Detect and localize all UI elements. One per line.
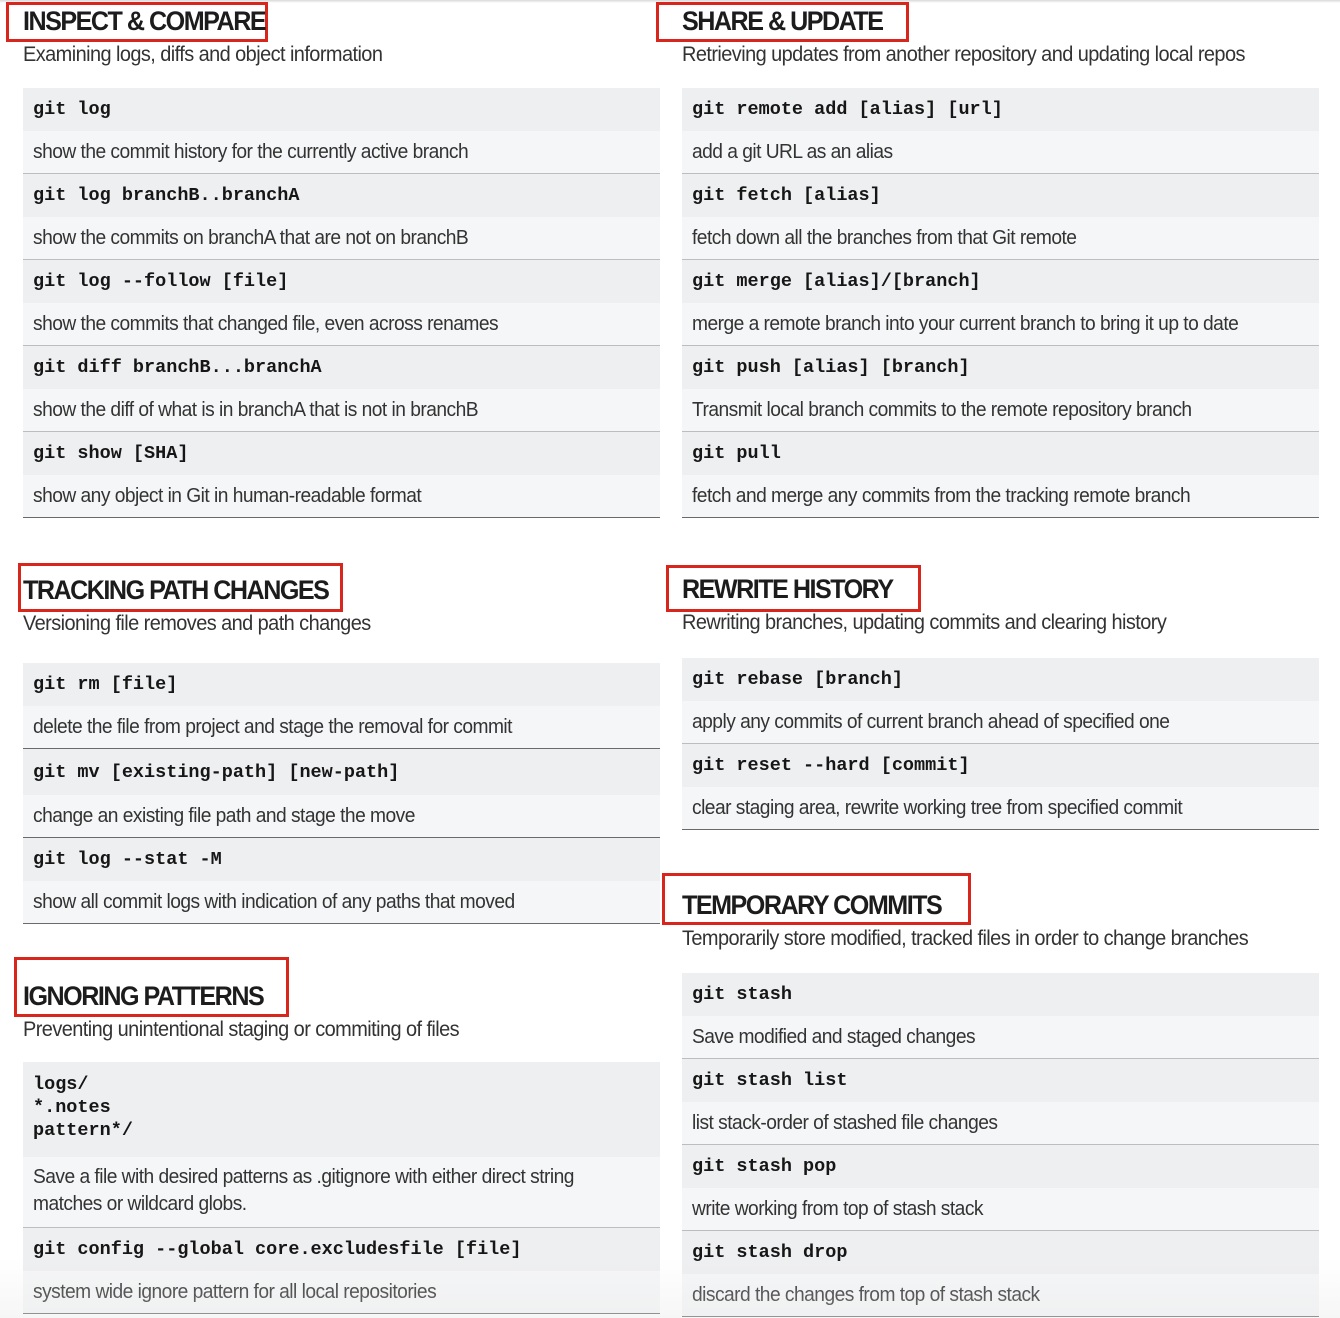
description-row: apply any commits of current branch ahea… xyxy=(682,701,1319,744)
description-row: change an existing file path and stage t… xyxy=(23,795,660,838)
command-table-inspect: git log show the commit history for the … xyxy=(23,88,660,518)
section-subtitle: Temporarily store modified, tracked file… xyxy=(682,927,1249,950)
description-row: Save modified and staged changes xyxy=(682,1016,1319,1059)
section-rewrite-history: REWRITE HISTORY Rewriting branches, upda… xyxy=(666,565,1322,635)
command-table-temporary: git stash Save modified and staged chang… xyxy=(682,973,1319,1317)
command-table-rewrite: git rebase [branch] apply any commits of… xyxy=(682,658,1319,830)
command-row: git diff branchB...branchA xyxy=(23,346,660,389)
command-row: git fetch [alias] xyxy=(682,174,1319,217)
section-subtitle: Examining logs, diffs and object informa… xyxy=(23,43,383,66)
section-title: IGNORING PATTERNS xyxy=(23,981,265,1011)
section-title: SHARE & UPDATE xyxy=(682,6,884,36)
section-title: REWRITE HISTORY xyxy=(682,574,894,604)
pattern-block: logs/ *.notes pattern*/ xyxy=(23,1062,660,1157)
command-row: git log --follow [file] xyxy=(23,260,660,303)
command-row: git stash list xyxy=(682,1059,1319,1102)
command-row: git stash xyxy=(682,973,1319,1016)
description-row: Transmit local branch commits to the rem… xyxy=(682,389,1319,432)
description-row: add a git URL as an alias xyxy=(682,131,1319,174)
command-row: git stash drop xyxy=(682,1231,1319,1274)
command-row: git log branchB..branchA xyxy=(23,174,660,217)
description-row: fetch and merge any commits from the tra… xyxy=(682,475,1319,518)
command-table-ignoring: logs/ *.notes pattern*/ Save a file with… xyxy=(23,1062,660,1314)
command-row: git log xyxy=(23,88,660,131)
command-table-tracking: git rm [file] delete the file from proje… xyxy=(23,663,660,924)
command-row: git log --stat -M xyxy=(23,838,660,881)
section-subtitle: Preventing unintentional staging or comm… xyxy=(23,1018,460,1041)
section-ignoring-patterns: IGNORING PATTERNS Preventing unintention… xyxy=(14,957,663,1042)
command-row: git rm [file] xyxy=(23,663,660,706)
command-row: git push [alias] [branch] xyxy=(682,346,1319,389)
description-row: list stack-order of stashed file changes xyxy=(682,1102,1319,1145)
description-row: show the diff of what is in branchA that… xyxy=(23,389,660,432)
description-row: merge a remote branch into your current … xyxy=(682,303,1319,346)
command-row: git merge [alias]/[branch] xyxy=(682,260,1319,303)
section-tracking-path-changes: TRACKING PATH CHANGES Versioning file re… xyxy=(18,563,663,636)
command-row: git config --global core.excludesfile [f… xyxy=(23,1228,660,1271)
description-row: Save a file with desired patterns as .gi… xyxy=(23,1157,660,1228)
command-row: git show [SHA] xyxy=(23,432,660,475)
section-subtitle: Rewriting branches, updating commits and… xyxy=(682,611,1167,634)
description-row: show any object in Git in human-readable… xyxy=(23,475,660,518)
command-row: git reset --hard [commit] xyxy=(682,744,1319,787)
section-share-update: SHARE & UPDATE Retrieving updates from a… xyxy=(656,2,1322,67)
description-row: discard the changes from top of stash st… xyxy=(682,1274,1319,1317)
section-inspect-compare: INSPECT & COMPARE Examining logs, diffs … xyxy=(6,2,663,67)
description-row: show the commits that changed file, even… xyxy=(23,303,660,346)
description-row: clear staging area, rewrite working tree… xyxy=(682,787,1319,830)
description-row: show the commit history for the currentl… xyxy=(23,131,660,174)
section-temporary-commits: TEMPORARY COMMITS Temporarily store modi… xyxy=(662,873,1322,951)
command-row: git pull xyxy=(682,432,1319,475)
description-row: write working from top of stash stack xyxy=(682,1188,1319,1231)
description-row: system wide ignore pattern for all local… xyxy=(23,1271,660,1314)
section-title: TRACKING PATH CHANGES xyxy=(23,575,330,605)
description-row: fetch down all the branches from that Gi… xyxy=(682,217,1319,260)
section-subtitle: Retrieving updates from another reposito… xyxy=(682,43,1245,66)
command-table-share: git remote add [alias] [url] add a git U… xyxy=(682,88,1319,518)
command-row: git remote add [alias] [url] xyxy=(682,88,1319,131)
description-row: show the commits on branchA that are not… xyxy=(23,217,660,260)
section-title: INSPECT & COMPARE xyxy=(23,6,267,36)
description-row: delete the file from project and stage t… xyxy=(23,706,660,749)
command-row: git rebase [branch] xyxy=(682,658,1319,701)
command-row: git stash pop xyxy=(682,1145,1319,1188)
section-subtitle: Versioning file removes and path changes xyxy=(23,612,371,635)
section-title: TEMPORARY COMMITS xyxy=(682,890,943,920)
command-row: git mv [existing-path] [new-path] xyxy=(23,749,660,795)
description-row: show all commit logs with indication of … xyxy=(23,881,660,924)
